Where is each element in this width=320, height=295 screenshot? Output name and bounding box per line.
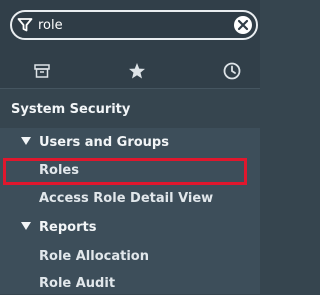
clear-search-icon[interactable] bbox=[233, 15, 253, 35]
tab-archive[interactable] bbox=[22, 56, 62, 86]
filter-icon[interactable] bbox=[17, 17, 33, 33]
highlight-box bbox=[3, 158, 247, 185]
archive-icon bbox=[34, 64, 50, 78]
star-icon bbox=[129, 63, 145, 79]
nav-item-label: Access Role Detail View bbox=[39, 191, 214, 206]
tab-recent[interactable] bbox=[212, 56, 252, 86]
nav-item-label: Role Allocation bbox=[39, 249, 149, 264]
nav-item-role-audit[interactable]: Role Audit bbox=[39, 273, 115, 295]
nav-item-role-allocation[interactable]: Role Allocation bbox=[39, 246, 149, 268]
group-users-and-groups[interactable]: Users and Groups bbox=[21, 132, 169, 154]
divider bbox=[0, 88, 260, 89]
sidebar-header bbox=[0, 0, 260, 88]
nav-item-access-role-detail-view[interactable]: Access Role Detail View bbox=[39, 188, 213, 210]
clock-icon bbox=[223, 62, 241, 80]
group-label: Users and Groups bbox=[39, 135, 169, 150]
group-reports[interactable]: Reports bbox=[21, 217, 96, 239]
tab-favorites[interactable] bbox=[117, 56, 157, 86]
search-input[interactable] bbox=[38, 15, 198, 35]
sidebar-tabs bbox=[0, 56, 260, 86]
nav-item-label: Role Audit bbox=[39, 276, 116, 291]
expand-triangle-icon[interactable] bbox=[21, 222, 31, 230]
search-box[interactable] bbox=[10, 10, 258, 40]
expand-triangle-icon[interactable] bbox=[21, 137, 31, 145]
group-label: Reports bbox=[39, 220, 97, 235]
section-title: System Security bbox=[11, 102, 131, 117]
